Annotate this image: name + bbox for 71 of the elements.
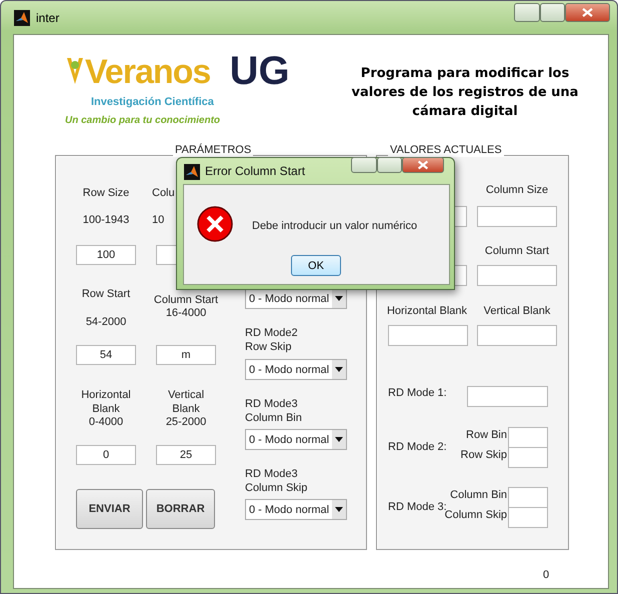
caret-icon (335, 367, 343, 372)
field-label: Column Bin (450, 488, 507, 502)
input-field[interactable] (477, 206, 557, 227)
field-label: Vertical Blank (166, 388, 206, 416)
mode-label: RD Mode 2: (388, 440, 447, 454)
input-field[interactable] (508, 427, 548, 448)
range-label: 0-4000 (88, 415, 124, 429)
input-field[interactable] (508, 487, 548, 508)
field-label: Colu (152, 186, 175, 200)
ok-button[interactable]: OK (291, 255, 341, 276)
mode-dropdown[interactable]: 0 - Modo normal (245, 429, 347, 450)
clear-button[interactable]: BORRAR (146, 489, 215, 529)
field-label: Horizontal Blank (80, 388, 132, 416)
field-label: Row Start (80, 287, 132, 301)
input-field[interactable] (508, 507, 548, 528)
counter-value: 0 (543, 568, 550, 582)
logo-tagline: Un cambio para tu conocimiento (65, 115, 222, 127)
range-label: 25-2000 (164, 415, 208, 429)
input-field[interactable]: m (156, 345, 216, 365)
range-label: 54-2000 (84, 315, 128, 329)
field-label: Row Skip (460, 448, 507, 462)
minimize-button[interactable] (514, 3, 540, 22)
field-label: Row Size (82, 186, 130, 200)
mode-label: RD Mode3 Column Skip (245, 467, 308, 495)
logo-mark: UG (230, 52, 291, 90)
field-label: Column Size (484, 183, 550, 197)
input-field[interactable]: 54 (76, 345, 136, 365)
dialog-title: Error Column Start (205, 164, 306, 178)
field-label: Horizontal Blank (386, 304, 468, 318)
range-label: 16-4000 (164, 306, 208, 320)
minimize-button[interactable] (351, 157, 377, 173)
close-button[interactable] (565, 3, 610, 22)
field-label: Column Skip (444, 509, 507, 522)
field-label: Column Start (484, 244, 550, 258)
mode-label: RD Mode2 Row Skip (245, 326, 299, 354)
caret-icon (335, 507, 343, 512)
range-label: 100-1943 (82, 213, 130, 227)
caret-icon (335, 296, 343, 301)
input-field[interactable] (477, 265, 557, 286)
panel-title: PARÁMETROS (173, 144, 254, 157)
page-heading: Programa para modificar los valores de los registros de una cámara digital (350, 65, 580, 121)
caret-icon (335, 437, 343, 442)
maximize-button[interactable] (377, 157, 402, 173)
close-button[interactable] (402, 157, 444, 173)
logo-subtitle: Investigación Científica (90, 96, 215, 108)
mode-dropdown[interactable]: 0 - Modo normal (245, 499, 347, 520)
mode-label: RD Mode 1: (388, 386, 447, 400)
panel-title: VALORES ACTUALES (388, 144, 504, 157)
field-label: Vertical Blank (482, 304, 552, 318)
maximize-button[interactable] (540, 3, 565, 22)
input-field[interactable] (467, 386, 548, 407)
input-field[interactable]: 0 (76, 445, 136, 465)
input-field[interactable] (477, 325, 557, 346)
window-title: inter (36, 11, 60, 25)
mode-dropdown[interactable]: 0 - Modo normal (245, 359, 347, 380)
mode-dropdown[interactable]: 0 - Modo normal (245, 288, 347, 309)
app-icon (14, 10, 30, 26)
range-label: 10 (152, 213, 164, 227)
field-label: Row Bin (466, 428, 507, 442)
app-icon (184, 164, 200, 180)
mode-label: RD Mode 3: (388, 500, 447, 513)
field-label: Column Start (152, 293, 220, 307)
input-field[interactable] (508, 447, 548, 468)
input-field[interactable]: 25 (156, 445, 216, 465)
input-field[interactable] (388, 325, 468, 346)
send-button[interactable]: ENVIAR (76, 489, 143, 529)
logo-wordmark: Veranos (65, 54, 226, 90)
mode-label: RD Mode3 Column Bin (245, 397, 303, 425)
error-icon (197, 206, 233, 242)
input-field[interactable]: 100 (76, 245, 136, 265)
error-message: Debe introducir un valor numérico (252, 220, 418, 232)
